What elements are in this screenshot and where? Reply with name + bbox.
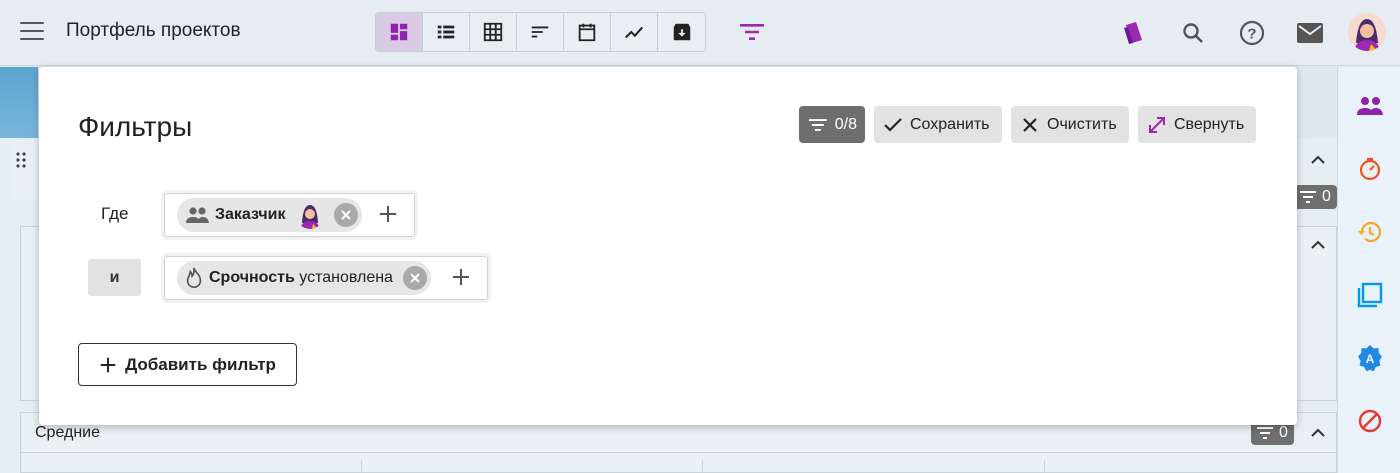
svg-text:A: A [1366,352,1375,366]
divider [702,460,703,473]
grid-icon[interactable] [470,13,517,51]
filter-value-label: установлена [299,269,393,286]
filter-icon [808,118,827,131]
filter-counter: 0/8 [834,115,857,133]
archive-icon[interactable] [658,13,705,51]
filter-badge-count: 0 [1279,424,1288,441]
clear-button[interactable]: Очистить [1011,106,1129,143]
svg-text:?: ? [1247,26,1256,43]
filter-badge[interactable]: 0 [1294,185,1337,209]
sort-icon[interactable] [517,13,564,51]
filter-field-label: Срочность [209,269,295,286]
dialog-title: Фильтры [78,111,193,142]
dashboard-icon[interactable] [376,13,423,51]
chevron-up-icon[interactable] [1308,150,1328,170]
add-value-icon[interactable] [377,203,399,225]
section-label: Средние [35,424,101,441]
filter-counter-button[interactable]: 0/8 [799,106,865,143]
view-switcher [375,12,706,52]
divider [361,460,362,473]
drag-handle-icon[interactable] [16,152,26,168]
square-icon[interactable] [1355,280,1385,310]
chevron-up-icon[interactable] [1308,423,1328,443]
timer-icon[interactable] [1355,154,1385,184]
mail-icon[interactable] [1296,19,1324,47]
divider [1044,460,1045,473]
remove-condition-icon[interactable] [333,203,358,227]
clear-label: Очистить [1047,115,1117,133]
check-icon [884,117,902,132]
top-bar: Портфель проектов ? [0,0,1400,66]
list-icon[interactable] [423,13,470,51]
history-icon[interactable] [1355,217,1385,247]
filter-chip-urgency[interactable]: Срочность установлена [177,261,431,295]
close-icon [1023,117,1037,132]
chart-line-icon[interactable] [611,13,658,51]
divider [20,452,1337,453]
calendar-icon[interactable] [564,13,611,51]
logic-operator-button[interactable]: и [88,259,141,296]
filter-badge-count: 0 [1322,188,1331,205]
avatar[interactable] [1348,13,1386,51]
badge-a-icon[interactable]: A [1355,343,1385,373]
fire-icon [186,267,202,288]
search-icon[interactable] [1179,19,1207,47]
filter-condition[interactable]: Срочность установлена [164,256,488,300]
plus-icon [100,357,116,372]
people-icon[interactable] [1355,91,1385,121]
save-label: Сохранить [910,115,990,133]
drag-handle-area [10,140,38,200]
add-filter-button[interactable]: Добавить фильтр [78,343,297,386]
filters-dialog: Фильтры 0/8 Сохранить Очистить Свернуть … [39,67,1297,425]
add-value-icon[interactable] [450,266,472,288]
right-sidebar: A [1337,67,1400,473]
remove-condition-icon[interactable] [402,266,427,290]
block-icon[interactable] [1355,406,1385,436]
filter-chip-customer[interactable]: Заказчик [177,198,362,232]
menu-icon[interactable] [20,22,44,42]
cards-icon[interactable] [1120,19,1148,47]
filter-condition[interactable]: Заказчик [164,193,415,237]
save-button[interactable]: Сохранить [874,106,1002,143]
filter-field-label: Заказчик [215,206,286,223]
help-icon[interactable]: ? [1238,19,1266,47]
collapse-button[interactable]: Свернуть [1138,106,1256,143]
expand-diagonal-icon [1149,116,1165,133]
add-filter-label: Добавить фильтр [125,354,276,374]
user-avatar [295,201,324,229]
people-icon [186,207,209,223]
filter-icon[interactable] [738,20,766,44]
collapse-label: Свернуть [1174,115,1245,133]
chevron-up-icon[interactable] [1308,235,1328,255]
page-title: Портфель проектов [66,20,241,41]
where-label: Где [101,204,129,223]
